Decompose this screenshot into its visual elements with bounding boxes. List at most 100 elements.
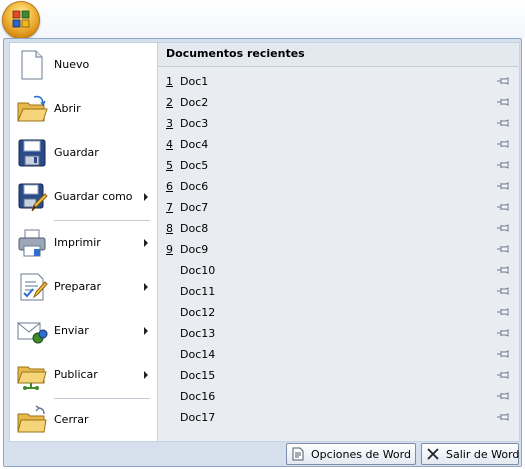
save-as-icon <box>18 183 48 212</box>
pin-icon[interactable] <box>496 97 510 107</box>
recent-document-name: Doc17 <box>180 411 216 424</box>
pin-icon[interactable] <box>496 181 510 191</box>
recent-document-number: 1 <box>166 75 173 88</box>
pin-icon[interactable] <box>496 139 510 149</box>
word-options-button[interactable]: Opciones de Word <box>286 443 416 465</box>
recent-document-item[interactable]: 9 Doc9 <box>158 239 518 260</box>
recent-document-name: Doc1 <box>180 75 209 88</box>
recent-document-item[interactable]: 4 Doc4 <box>158 134 518 155</box>
pin-icon[interactable] <box>496 244 510 254</box>
recent-document-number: 3 <box>166 117 173 130</box>
recent-document-item[interactable]: 3 Doc3 <box>158 113 518 134</box>
menu-item-guardar-como[interactable]: Guardar como <box>10 177 157 217</box>
recent-document-item[interactable]: Doc12 <box>158 302 518 323</box>
pin-icon[interactable] <box>496 265 510 275</box>
recent-document-item[interactable]: Doc16 <box>158 386 518 407</box>
recent-document-name: Doc12 <box>180 306 216 319</box>
printer-icon <box>18 229 46 257</box>
recent-document-item[interactable]: Doc15 <box>158 365 518 386</box>
exit-word-button[interactable]: Salir de Word <box>421 443 519 465</box>
office-menu: Nuevo Abrir Guardar Guardar como Imprimi… <box>3 38 522 467</box>
recent-document-name: Doc15 <box>180 369 216 382</box>
menu-item-enviar[interactable]: Enviar <box>10 311 157 351</box>
recent-document-number: 6 <box>166 180 173 193</box>
recent-document-item[interactable]: Doc17 <box>158 407 518 428</box>
recent-document-number: 4 <box>166 138 173 151</box>
pin-icon[interactable] <box>496 202 510 212</box>
menu-item-abrir[interactable]: Abrir <box>10 89 157 129</box>
pin-icon[interactable] <box>496 286 510 296</box>
submenu-arrow-icon <box>144 371 148 379</box>
recent-document-name: Doc5 <box>180 159 209 172</box>
submenu-arrow-icon <box>144 239 148 247</box>
menu-separator <box>54 398 150 399</box>
pin-icon[interactable] <box>496 160 510 170</box>
recent-document-number: 8 <box>166 222 173 235</box>
recent-document-name: Doc11 <box>180 285 216 298</box>
publish-folder-icon <box>17 366 47 390</box>
recent-document-name: Doc9 <box>180 243 209 256</box>
recent-document-number: 7 <box>166 201 173 214</box>
menu-item-label: Abrir <box>54 102 81 115</box>
recent-document-item[interactable]: 7 Doc7 <box>158 197 518 218</box>
send-mail-icon <box>17 322 48 344</box>
open-folder-icon <box>17 95 48 122</box>
recent-document-name: Doc4 <box>180 138 209 151</box>
new-document-icon <box>21 50 43 80</box>
title-bar <box>0 0 525 39</box>
office-logo-icon <box>12 10 30 28</box>
pin-icon[interactable] <box>496 349 510 359</box>
menu-item-label: Publicar <box>54 368 98 381</box>
pin-icon[interactable] <box>496 307 510 317</box>
recent-document-item[interactable]: Doc11 <box>158 281 518 302</box>
pin-icon[interactable] <box>496 370 510 380</box>
recent-document-item[interactable]: 8 Doc8 <box>158 218 518 239</box>
recent-document-number: 9 <box>166 243 173 256</box>
recent-document-name: Doc2 <box>180 96 209 109</box>
recent-document-name: Doc8 <box>180 222 209 235</box>
recent-documents-pane: Documentos recientes 1 Doc1 2 Doc2 3 Doc3 4 Doc… <box>158 42 520 442</box>
recent-document-name: Doc16 <box>180 390 216 403</box>
menu-item-cerrar[interactable]: Cerrar <box>10 400 157 440</box>
recent-document-item[interactable]: Doc10 <box>158 260 518 281</box>
close-folder-icon <box>17 405 47 433</box>
recent-document-number: 5 <box>166 159 173 172</box>
office-button[interactable] <box>2 1 40 39</box>
pin-icon[interactable] <box>496 412 510 422</box>
recent-document-item[interactable]: 6 Doc6 <box>158 176 518 197</box>
menu-commands-pane: Nuevo Abrir Guardar Guardar como Imprimi… <box>9 42 158 442</box>
recent-document-item[interactable]: 2 Doc2 <box>158 92 518 113</box>
pin-icon[interactable] <box>496 223 510 233</box>
menu-item-preparar[interactable]: Preparar <box>10 267 157 307</box>
recent-document-number: 2 <box>166 96 173 109</box>
pin-icon[interactable] <box>496 391 510 401</box>
recent-document-name: Doc10 <box>180 264 216 277</box>
recent-document-item[interactable]: 1 Doc1 <box>158 71 518 92</box>
submenu-arrow-icon <box>144 283 148 291</box>
menu-item-label: Preparar <box>54 280 101 293</box>
menu-item-imprimir[interactable]: Imprimir <box>10 223 157 263</box>
exit-word-label: Salir de Word <box>446 448 520 461</box>
prepare-document-icon <box>20 273 48 301</box>
pin-icon[interactable] <box>496 118 510 128</box>
menu-item-nuevo[interactable]: Nuevo <box>10 45 157 85</box>
recent-document-name: Doc7 <box>180 201 209 214</box>
menu-item-label: Nuevo <box>54 58 90 71</box>
menu-separator <box>54 220 150 221</box>
pin-icon[interactable] <box>496 76 510 86</box>
menu-item-label: Cerrar <box>54 413 89 426</box>
recent-document-item[interactable]: Doc14 <box>158 344 518 365</box>
recent-document-item[interactable]: 5 Doc5 <box>158 155 518 176</box>
recent-document-name: Doc3 <box>180 117 209 130</box>
options-document-icon <box>292 447 304 461</box>
menu-item-guardar[interactable]: Guardar <box>10 133 157 173</box>
recent-document-name: Doc6 <box>180 180 209 193</box>
word-options-label: Opciones de Word <box>311 448 411 461</box>
submenu-arrow-icon <box>144 327 148 335</box>
recent-document-item[interactable]: Doc13 <box>158 323 518 344</box>
pin-icon[interactable] <box>496 328 510 338</box>
menu-item-label: Guardar <box>54 146 99 159</box>
submenu-arrow-icon <box>144 193 148 201</box>
recent-documents-title: Documentos recientes <box>158 43 518 67</box>
menu-item-publicar[interactable]: Publicar <box>10 355 157 395</box>
